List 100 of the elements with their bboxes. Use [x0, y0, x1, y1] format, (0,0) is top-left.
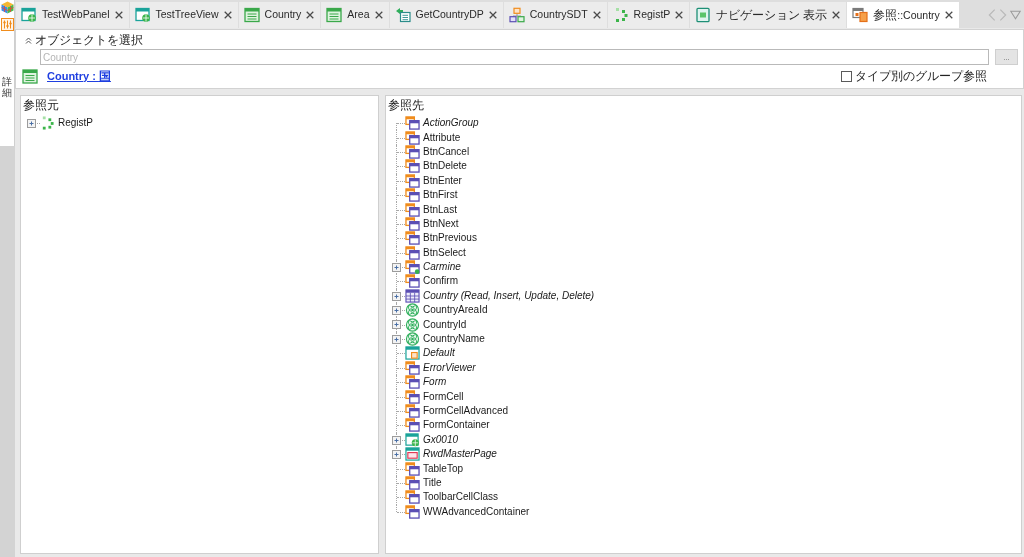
checkbox[interactable] — [841, 70, 852, 82]
tree-item[interactable]: FormContainer — [423, 419, 490, 432]
tree-item[interactable]: BtnDelete — [423, 160, 467, 173]
tree-item[interactable]: CountryName — [423, 333, 485, 346]
tree-item[interactable]: BtnPrevious — [423, 232, 477, 245]
window-stack-icon — [405, 490, 420, 505]
editor-tab[interactable]: Country — [238, 2, 321, 28]
tree-item[interactable]: Attribute — [423, 131, 461, 144]
tree-item[interactable]: RwdMasterPage — [423, 448, 497, 461]
window-stack-icon — [405, 188, 420, 203]
tree-item[interactable]: ErrorViewer — [423, 361, 476, 374]
editor-tab[interactable]: CountrySDT — [503, 2, 607, 28]
editor-tab[interactable]: GetCountryDP — [389, 2, 503, 28]
close-icon[interactable] — [114, 11, 123, 19]
tree-item[interactable]: TableTop — [423, 462, 464, 475]
editor-tab[interactable]: Area — [321, 2, 389, 28]
window-stack-icon — [405, 475, 420, 490]
close-icon[interactable] — [223, 11, 232, 19]
sidebar-tab[interactable]: 詳細 — [2, 76, 12, 98]
tree-item[interactable]: CountryId — [423, 318, 467, 331]
checkbox-label[interactable]: タイプ別のグループ参照 — [855, 69, 987, 83]
tree-item[interactable]: Country (Read, Insert, Update, Delete) — [423, 289, 595, 302]
tree-item[interactable]: Confirm — [423, 275, 458, 288]
globe-window-icon — [405, 432, 420, 447]
window-stack-icon — [405, 360, 420, 375]
window-stack-icon — [405, 159, 420, 174]
window-stack-icon — [405, 504, 420, 519]
plus-box-icon[interactable] — [27, 119, 36, 128]
window-stack-icon — [405, 202, 420, 217]
window-stack-icon — [405, 173, 420, 188]
tree-item[interactable]: BtnSelect — [423, 246, 466, 259]
window-stack-icon — [405, 144, 420, 159]
plus-box-icon[interactable] — [392, 334, 401, 344]
atom-icon — [405, 317, 420, 332]
window-stack-icon — [405, 231, 420, 246]
document-icon — [695, 7, 712, 23]
tree-item[interactable]: CountryAreaId — [423, 304, 488, 317]
panel-title: 参照元 — [22, 97, 60, 112]
window-stack-icon — [405, 274, 420, 289]
list-arrow-icon — [394, 7, 411, 23]
tree-item[interactable]: BtnLast — [423, 203, 457, 216]
plus-box-icon[interactable] — [392, 435, 401, 445]
tree-item[interactable]: Default — [423, 347, 455, 360]
tree-item[interactable]: BtnFirst — [423, 189, 458, 202]
tree-item[interactable]: BtnCancel — [423, 145, 470, 158]
window-stack-icon — [405, 375, 420, 390]
object-link[interactable]: Country : 国 — [47, 67, 111, 85]
close-icon[interactable] — [374, 11, 383, 19]
editor-tab[interactable]: TestWebPanel — [16, 2, 129, 28]
plus-box-icon[interactable] — [392, 291, 401, 301]
close-icon[interactable] — [675, 11, 684, 19]
sliders-icon[interactable] — [0, 18, 14, 31]
grid-icon — [405, 288, 420, 303]
tree-item[interactable]: ToolbarCellClass — [423, 491, 499, 504]
window-stack-icon — [405, 404, 420, 418]
close-icon[interactable] — [488, 11, 497, 19]
tree-item[interactable]: Title — [423, 476, 442, 489]
tree-item[interactable]: ActionGroup — [423, 117, 479, 130]
plus-box-icon[interactable] — [392, 262, 401, 272]
plus-box-icon[interactable] — [392, 320, 401, 330]
tree-item[interactable]: FormCell — [423, 390, 464, 403]
close-icon[interactable] — [832, 11, 841, 19]
form-icon — [326, 7, 343, 23]
browse-button[interactable]: ... — [995, 49, 1018, 65]
cube-icon[interactable] — [0, 1, 14, 14]
plus-box-icon[interactable] — [392, 306, 401, 316]
tree-item[interactable]: BtnEnter — [423, 174, 462, 187]
tree-item[interactable]: WWAdvancedContainer — [423, 505, 530, 518]
window-stack-icon — [405, 418, 420, 433]
tree-item[interactable]: Carmine — [423, 261, 461, 274]
section-title: オブジェクトを選択 — [35, 33, 143, 47]
tree-item[interactable]: Form — [423, 376, 447, 389]
editor-tab[interactable]: 参照::Country — [847, 2, 959, 28]
close-icon[interactable] — [592, 11, 601, 19]
window-icon — [405, 346, 420, 361]
close-icon[interactable] — [306, 11, 315, 19]
form-icon — [243, 7, 260, 23]
double-chevron-up-icon[interactable] — [25, 36, 32, 44]
globe-window-icon — [134, 7, 151, 23]
plus-box-icon[interactable] — [392, 450, 401, 459]
dotted-arc-icon — [40, 116, 55, 131]
globe-window-icon — [21, 7, 37, 23]
atom-icon — [405, 332, 420, 347]
tree-item[interactable]: Gx0010 — [423, 433, 459, 446]
form-icon — [22, 68, 38, 84]
window-stack-icon — [852, 7, 869, 23]
blocks-icon — [508, 7, 525, 23]
editor-tab[interactable]: RegistP — [607, 2, 690, 28]
window-stack-badge-icon — [405, 260, 420, 275]
window-frame-icon — [405, 447, 420, 462]
editor-tab[interactable]: TestTreeView — [129, 2, 238, 28]
object-search-field[interactable]: Country — [40, 49, 989, 65]
window-stack-icon — [405, 461, 420, 476]
close-icon[interactable] — [944, 11, 953, 19]
tree-item[interactable]: FormCellAdvanced — [423, 405, 509, 417]
tree-item[interactable]: BtnNext — [423, 217, 459, 230]
tree-item[interactable]: RegistP — [58, 117, 93, 130]
window-stack-icon — [405, 116, 420, 131]
editor-tab[interactable]: ナビゲーション 表示 — [690, 2, 847, 28]
window-stack-icon — [405, 216, 420, 231]
